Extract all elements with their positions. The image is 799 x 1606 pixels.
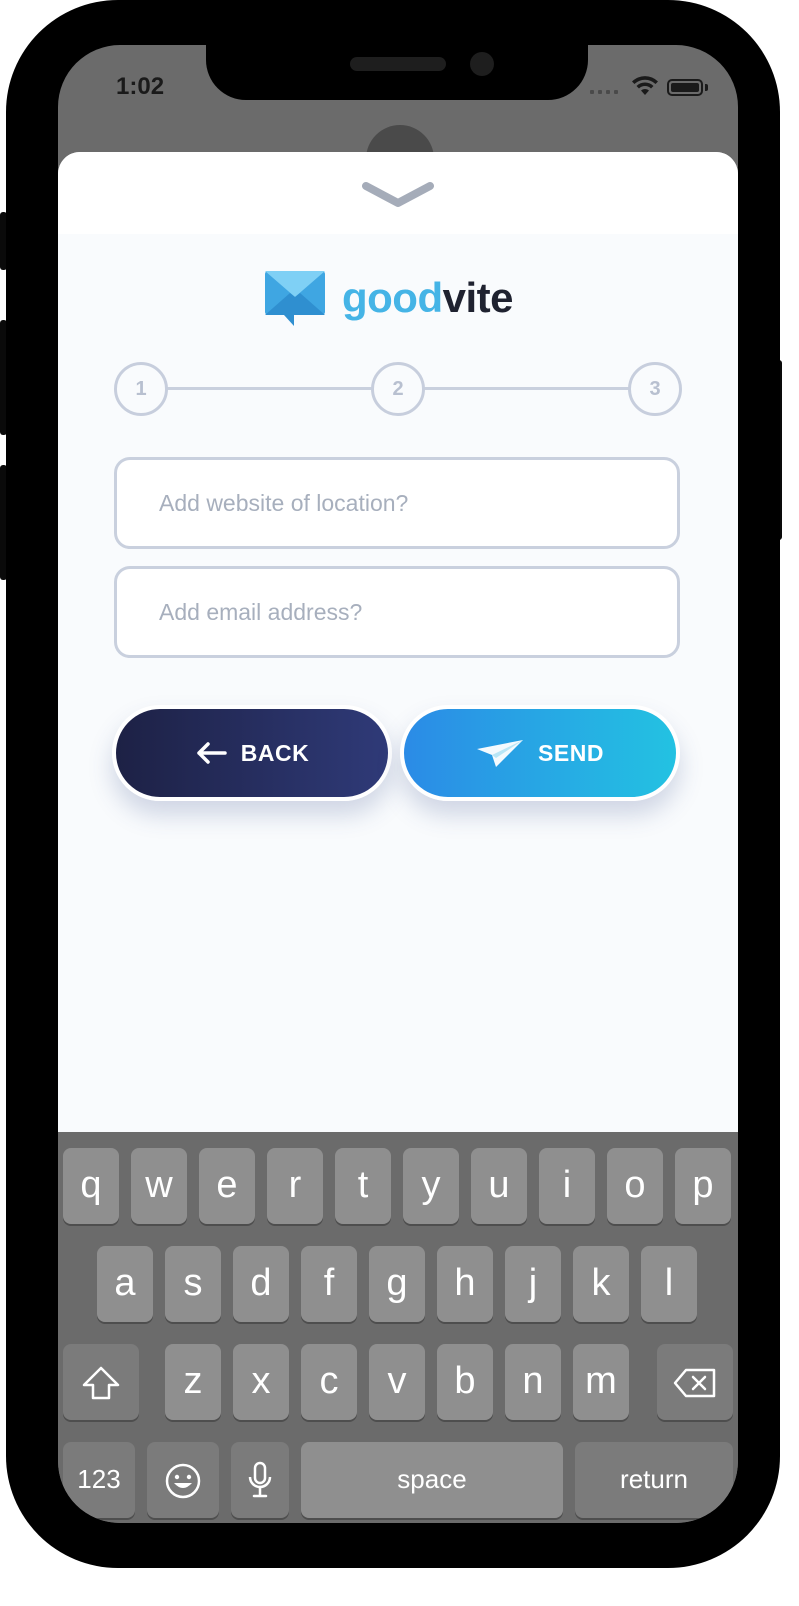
battery-cap — [705, 84, 708, 91]
key-t[interactable]: t — [335, 1148, 391, 1224]
progress-stepper: 1 2 3 — [114, 362, 682, 416]
email-input[interactable] — [117, 569, 677, 655]
step-2: 2 — [371, 362, 425, 416]
backspace-icon — [673, 1368, 716, 1398]
step-connector — [164, 387, 373, 390]
key-m[interactable]: m — [573, 1344, 629, 1420]
key-x[interactable]: x — [233, 1344, 289, 1420]
back-button[interactable]: BACK — [112, 705, 392, 801]
key-c[interactable]: c — [301, 1344, 357, 1420]
brand-name-good: good — [342, 274, 443, 321]
battery-icon — [667, 79, 703, 96]
key-b[interactable]: b — [437, 1344, 493, 1420]
space-key[interactable]: space — [301, 1442, 563, 1518]
key-d[interactable]: d — [233, 1246, 289, 1322]
website-field — [114, 457, 680, 549]
envelope-icon — [265, 271, 325, 326]
emoji-icon — [165, 1463, 201, 1499]
microphone-key[interactable] — [231, 1442, 289, 1518]
key-r[interactable]: r — [267, 1148, 323, 1224]
key-a[interactable]: a — [97, 1246, 153, 1322]
status-time: 1:02 — [116, 73, 165, 100]
screen: 1:02 goodvite 1 2 3 Add website of locat… — [58, 45, 738, 1523]
shift-icon — [82, 1366, 120, 1400]
delete-key[interactable] — [657, 1344, 733, 1420]
key-y[interactable]: y — [403, 1148, 459, 1224]
brand-name-vite: vite — [442, 274, 514, 321]
key-k[interactable]: k — [573, 1246, 629, 1322]
key-h[interactable]: h — [437, 1246, 493, 1322]
brand-logo: goodvite — [264, 269, 514, 327]
back-button-label: BACK — [240, 739, 310, 766]
cellular-signal-icon — [590, 90, 618, 94]
website-input[interactable] — [117, 460, 677, 546]
step-3: 3 — [628, 362, 682, 416]
key-w[interactable]: w — [131, 1148, 187, 1224]
modal-sheet: goodvite 1 2 3 BACK — [58, 152, 738, 1132]
notch — [206, 45, 588, 100]
shift-key[interactable] — [63, 1344, 139, 1420]
wifi-icon — [632, 76, 658, 95]
chevron-down-icon[interactable] — [358, 177, 438, 213]
numbers-key[interactable]: 123 — [63, 1442, 135, 1518]
phone-frame: 1:02 goodvite 1 2 3 Add website of locat… — [6, 0, 780, 1568]
step-1: 1 — [114, 362, 168, 416]
key-j[interactable]: j — [505, 1246, 561, 1322]
key-o[interactable]: o — [607, 1148, 663, 1224]
on-screen-keyboard: q w e r t y u i o p a s d f g h j k l z — [58, 1132, 738, 1523]
emoji-key[interactable] — [147, 1442, 219, 1518]
key-v[interactable]: v — [369, 1344, 425, 1420]
key-p[interactable]: p — [675, 1148, 731, 1224]
key-i[interactable]: i — [539, 1148, 595, 1224]
step-connector — [421, 387, 630, 390]
key-g[interactable]: g — [369, 1246, 425, 1322]
arrow-left-icon — [197, 742, 227, 764]
send-button[interactable]: SEND — [400, 705, 680, 801]
key-l[interactable]: l — [641, 1246, 697, 1322]
key-f[interactable]: f — [301, 1246, 357, 1322]
key-e[interactable]: e — [199, 1148, 255, 1224]
speaker — [350, 57, 446, 71]
return-key[interactable]: return — [575, 1442, 733, 1518]
front-camera — [470, 52, 494, 76]
key-z[interactable]: z — [165, 1344, 221, 1420]
key-s[interactable]: s — [165, 1246, 221, 1322]
key-q[interactable]: q — [63, 1148, 119, 1224]
send-button-label: SEND — [538, 739, 604, 766]
key-n[interactable]: n — [505, 1344, 561, 1420]
email-field — [114, 566, 680, 658]
paper-plane-icon — [477, 740, 524, 767]
key-u[interactable]: u — [471, 1148, 527, 1224]
microphone-icon — [248, 1461, 272, 1498]
